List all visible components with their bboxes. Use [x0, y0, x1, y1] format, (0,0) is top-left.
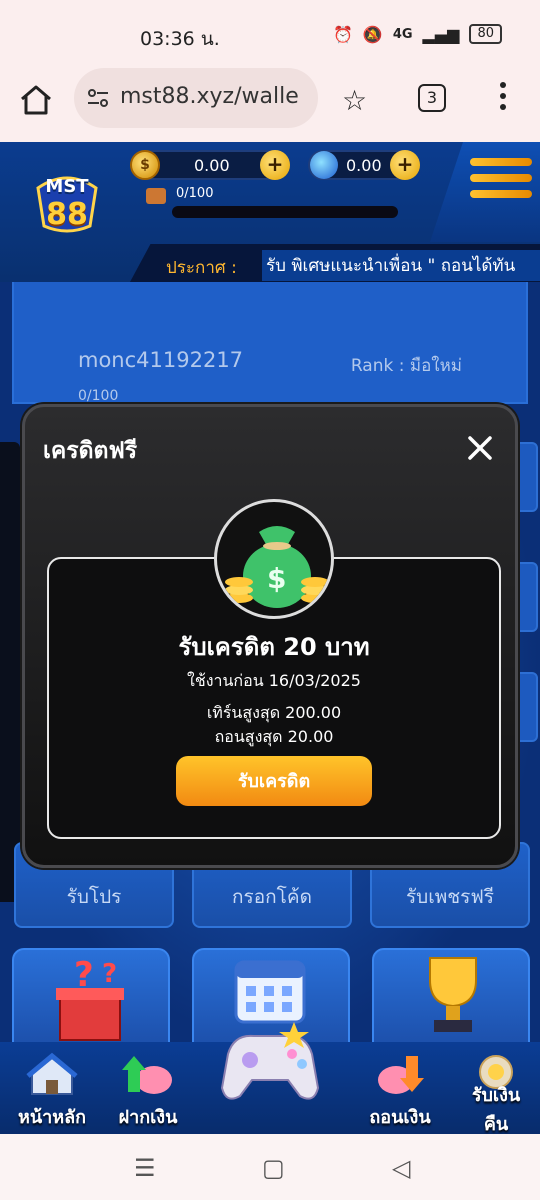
money-bag-icon: $	[214, 499, 334, 619]
system-nav-bar: ☰ ▢ ◁	[0, 1134, 540, 1200]
modal-title: เครดิตฟรี	[43, 438, 138, 464]
status-icons: ⏰ 🔕 4G ▂▄▆ 80	[333, 24, 502, 44]
house-icon	[26, 1052, 78, 1095]
announcement-text: รับ พิเศษแนะนำเพื่อน " ถอนได้ทัน	[262, 250, 540, 281]
level-icon	[146, 188, 166, 204]
nav-label: หน้าหลัก	[17, 1107, 87, 1128]
withdraw-piggy-icon	[378, 1056, 424, 1094]
rank-label: Rank : มือใหม่	[350, 356, 462, 376]
logo-text: MST 88	[45, 176, 89, 232]
level-progress-bar	[172, 206, 398, 218]
svg-text:?: ?	[102, 959, 117, 989]
add-coin-button[interactable]: +	[260, 150, 290, 180]
coin-icon: $	[130, 150, 160, 180]
nav-deposit[interactable]: ฝากเงิน	[108, 1052, 188, 1131]
nav-games[interactable]	[214, 1014, 326, 1114]
coin-balance-value: 0.00	[194, 156, 230, 175]
nav-withdraw[interactable]: ถอนเงิน	[358, 1052, 442, 1131]
signal-bars-icon: ▂▄▆	[422, 24, 460, 44]
bottom-nav: หน้าหลัก ฝากเงิน ถอนเงิน รับเงิน คืน	[0, 1022, 540, 1135]
recents-icon[interactable]: ☰	[134, 1154, 156, 1182]
game-header: MST 88 $ 0.00 + 0.00 + 0/100 ประกาศ : รั…	[0, 142, 540, 282]
announcement-label: ประกาศ :	[166, 258, 237, 278]
expiry-date: ใช้งานก่อน 16/03/2025	[187, 671, 361, 690]
alarm-icon: ⏰	[332, 24, 353, 44]
max-turnover: เทิร์นสูงสุด 200.00	[206, 703, 342, 722]
back-icon[interactable]: ◁	[392, 1154, 410, 1182]
username: monc41192217	[78, 348, 244, 372]
logo[interactable]: MST 88	[30, 168, 104, 234]
announcement-bar: ประกาศ : รับ พิเศษแนะนำเพื่อน " ถอนได้ทั…	[130, 244, 540, 282]
address-bar[interactable]: mst88.xyz/walle	[74, 68, 318, 128]
nav-home[interactable]: หน้าหลัก	[12, 1052, 92, 1131]
mystery-gift-icon: ? ?	[56, 956, 124, 1041]
main-menu-icon[interactable]	[470, 158, 532, 206]
home-icon[interactable]	[18, 82, 54, 118]
feature-label: รับเพชรฟรี	[405, 886, 495, 908]
credit-amount-title: รับเครดิต 20 บาท	[178, 633, 370, 661]
ranking-tile[interactable]	[372, 948, 530, 1042]
nav-label: ถอนเงิน	[369, 1107, 431, 1128]
side-panel-left	[0, 442, 20, 902]
gem-balance: 0.00 +	[308, 150, 420, 180]
site-settings-icon[interactable]	[86, 86, 110, 110]
feature-label: กรอกโค้ด	[232, 886, 312, 908]
mute-icon: 🔕	[362, 24, 383, 44]
add-gem-button[interactable]: +	[390, 150, 420, 180]
xp-progress: 0/100	[78, 388, 119, 404]
mystery-box-tile[interactable]: ? ?	[12, 948, 170, 1042]
level-progress-text: 0/100	[176, 186, 214, 201]
overflow-menu-icon[interactable]	[498, 82, 508, 116]
trophy-icon	[429, 957, 477, 1032]
signal-icon: 4G	[392, 26, 413, 42]
coin-balance: $ 0.00 +	[130, 150, 290, 180]
browser-toolbar: mst88.xyz/walle ☆ 3	[0, 66, 540, 142]
claim-credit-button[interactable]: รับเครดิต	[176, 756, 372, 806]
gem-balance-value: 0.00	[346, 156, 382, 175]
battery-icon: 80	[469, 24, 502, 44]
close-icon[interactable]	[465, 433, 495, 463]
nav-cashback[interactable]: รับเงิน คืน	[458, 1052, 534, 1138]
gem-icon	[310, 151, 338, 179]
tab-switcher-button[interactable]: 3	[418, 84, 446, 112]
profile-card: monc41192217 Rank : มือใหม่ 0/100	[12, 282, 528, 404]
deposit-piggy-icon	[122, 1056, 172, 1094]
bookmark-star-icon[interactable]: ☆	[342, 84, 367, 117]
free-credit-modal: เครดิตฟรี รับเครดิต 20 บาท ใช้งานก่อน 16…	[22, 404, 518, 868]
feature-label: รับโปร	[66, 886, 122, 908]
gamepad-icon	[220, 1022, 320, 1100]
max-withdraw: ถอนสูงสุด 20.00	[214, 727, 334, 746]
status-bar: 03:36 น. ⏰ 🔕 4G ▂▄▆ 80	[0, 0, 540, 66]
nav-label: ฝากเงิน	[118, 1107, 178, 1128]
svg-text:?: ?	[74, 956, 94, 995]
svg-text:$: $	[267, 562, 286, 595]
url-text[interactable]: mst88.xyz/walle	[120, 84, 308, 109]
status-time: 03:36 น.	[140, 28, 220, 50]
home-nav-icon[interactable]: ▢	[262, 1154, 285, 1182]
